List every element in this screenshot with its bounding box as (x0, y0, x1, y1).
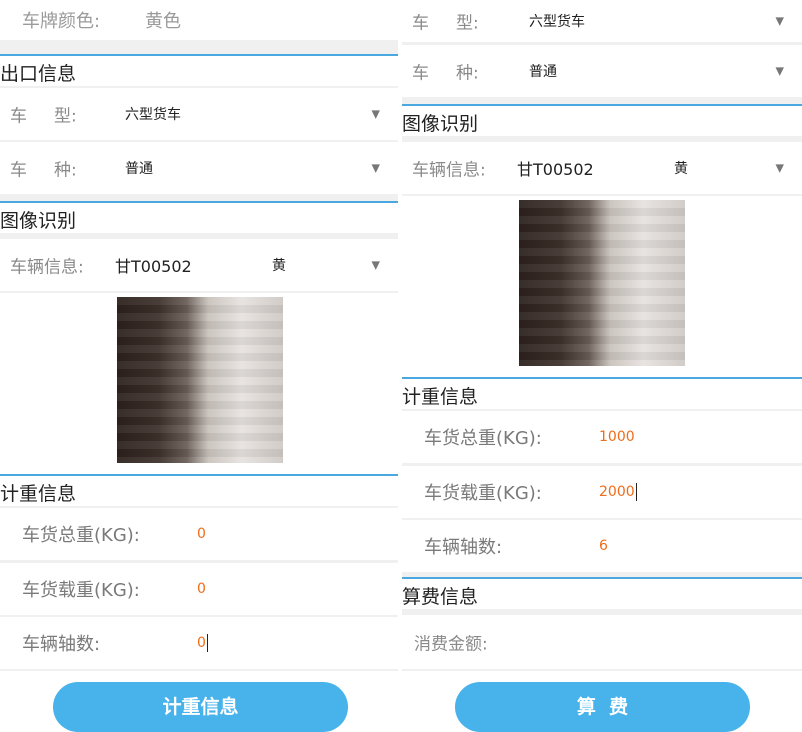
vehicle-info-label: 车辆信息: (10, 257, 84, 278)
plate-color-row: 车牌颜色: 黄色 (0, 0, 398, 40)
right-screen: 车 型: 六型货车 ▼ 车 种: 普通 ▼ 图像识别 车辆信息: 甘T00502… (402, 0, 802, 732)
axle-count-input[interactable]: 0 (197, 634, 208, 652)
plate-color-text: 黄 (272, 258, 286, 274)
calculate-fee-button[interactable]: 算 费 (455, 682, 750, 732)
vehicle-photo[interactable] (519, 200, 685, 366)
triangle-down-icon: ▼ (775, 161, 784, 175)
plate-color-value: 黄色 (145, 11, 181, 32)
load-weight-row[interactable]: 车货载重(KG): 2000 (402, 466, 802, 518)
vehicle-type-dropdown[interactable]: 车 型: 六型货车 ▼ (402, 0, 802, 42)
vehicle-kind-label: 车 种: (10, 160, 77, 181)
total-weight-label: 车货总重(KG): (424, 428, 542, 449)
axle-count-value: 0 (197, 635, 206, 651)
section-title: 出口信息 (0, 63, 77, 85)
fee-amount-label: 消费金额: (414, 634, 488, 655)
vehicle-kind-value: 普通 (125, 161, 153, 177)
exit-info-section-header: 出口信息 (0, 54, 398, 86)
axle-count-row[interactable]: 车辆轴数: 0 (0, 617, 398, 669)
image-area (0, 293, 398, 474)
vehicle-type-value: 六型货车 (125, 107, 181, 123)
vehicle-info-dropdown[interactable]: 车辆信息: 甘T00502 黄 ▼ (402, 142, 802, 194)
section-title: 计重信息 (402, 386, 479, 408)
triangle-down-icon: ▼ (371, 258, 380, 272)
vehicle-info-label: 车辆信息: (412, 160, 486, 181)
vehicle-kind-label: 车 种: (412, 63, 479, 84)
vehicle-info-dropdown[interactable]: 车辆信息: 甘T00502 黄 ▼ (0, 239, 398, 291)
total-weight-input[interactable]: 0 (197, 526, 206, 542)
image-recognition-section-header: 图像识别 (402, 104, 802, 136)
plate-color-text: 黄 (674, 161, 688, 177)
triangle-down-icon: ▼ (371, 107, 380, 121)
plate-number-value: 甘T00502 (115, 257, 192, 276)
vehicle-type-label: 车 型: (10, 106, 77, 127)
vehicle-photo[interactable] (117, 297, 283, 463)
image-area (402, 196, 802, 377)
fee-info-section-header: 算费信息 (402, 577, 802, 609)
axle-count-label: 车辆轴数: (22, 634, 101, 655)
load-weight-value: 2000 (599, 484, 635, 500)
axle-count-input[interactable]: 6 (599, 538, 608, 554)
left-screen: 车牌颜色: 黄色 出口信息 车 型: 六型货车 ▼ 车 种: 普通 ▼ 图像识别… (0, 0, 398, 732)
load-weight-input[interactable]: 0 (197, 581, 206, 597)
total-weight-row[interactable]: 车货总重(KG): 0 (0, 508, 398, 560)
vehicle-kind-dropdown[interactable]: 车 种: 普通 ▼ (402, 45, 802, 97)
axle-count-label: 车辆轴数: (424, 537, 503, 558)
weigh-info-section-header: 计重信息 (402, 377, 802, 409)
vehicle-type-dropdown[interactable]: 车 型: 六型货车 ▼ (0, 88, 398, 140)
section-title: 图像识别 (0, 210, 77, 232)
total-weight-input[interactable]: 1000 (599, 429, 635, 445)
image-recognition-section-header: 图像识别 (0, 201, 398, 233)
load-weight-row[interactable]: 车货载重(KG): 0 (0, 563, 398, 615)
button-area: 计重信息 (0, 671, 398, 732)
triangle-down-icon: ▼ (775, 14, 784, 28)
vehicle-type-value: 六型货车 (529, 14, 585, 30)
text-cursor (635, 483, 637, 501)
section-title: 图像识别 (402, 113, 479, 135)
section-title: 算费信息 (402, 586, 479, 608)
total-weight-row[interactable]: 车货总重(KG): 1000 (402, 411, 802, 463)
vehicle-type-label: 车 型: (412, 13, 479, 34)
vehicle-kind-dropdown[interactable]: 车 种: 普通 ▼ (0, 142, 398, 194)
triangle-down-icon: ▼ (775, 64, 784, 78)
load-weight-label: 车货载重(KG): (22, 580, 140, 601)
vehicle-kind-value: 普通 (529, 64, 557, 80)
weigh-info-section-header: 计重信息 (0, 474, 398, 506)
load-weight-label: 车货载重(KG): (424, 483, 542, 504)
section-title: 计重信息 (0, 483, 77, 505)
fee-amount-row[interactable]: 消费金额: (402, 615, 802, 669)
weigh-info-button[interactable]: 计重信息 (53, 682, 348, 732)
text-cursor (206, 634, 208, 652)
triangle-down-icon: ▼ (371, 161, 380, 175)
plate-color-label: 车牌颜色: (22, 11, 101, 32)
load-weight-input[interactable]: 2000 (599, 483, 637, 501)
axle-count-row[interactable]: 车辆轴数: 6 (402, 520, 802, 572)
button-area: 算 费 (402, 671, 802, 732)
plate-number-value: 甘T00502 (517, 160, 594, 179)
total-weight-label: 车货总重(KG): (22, 525, 140, 546)
